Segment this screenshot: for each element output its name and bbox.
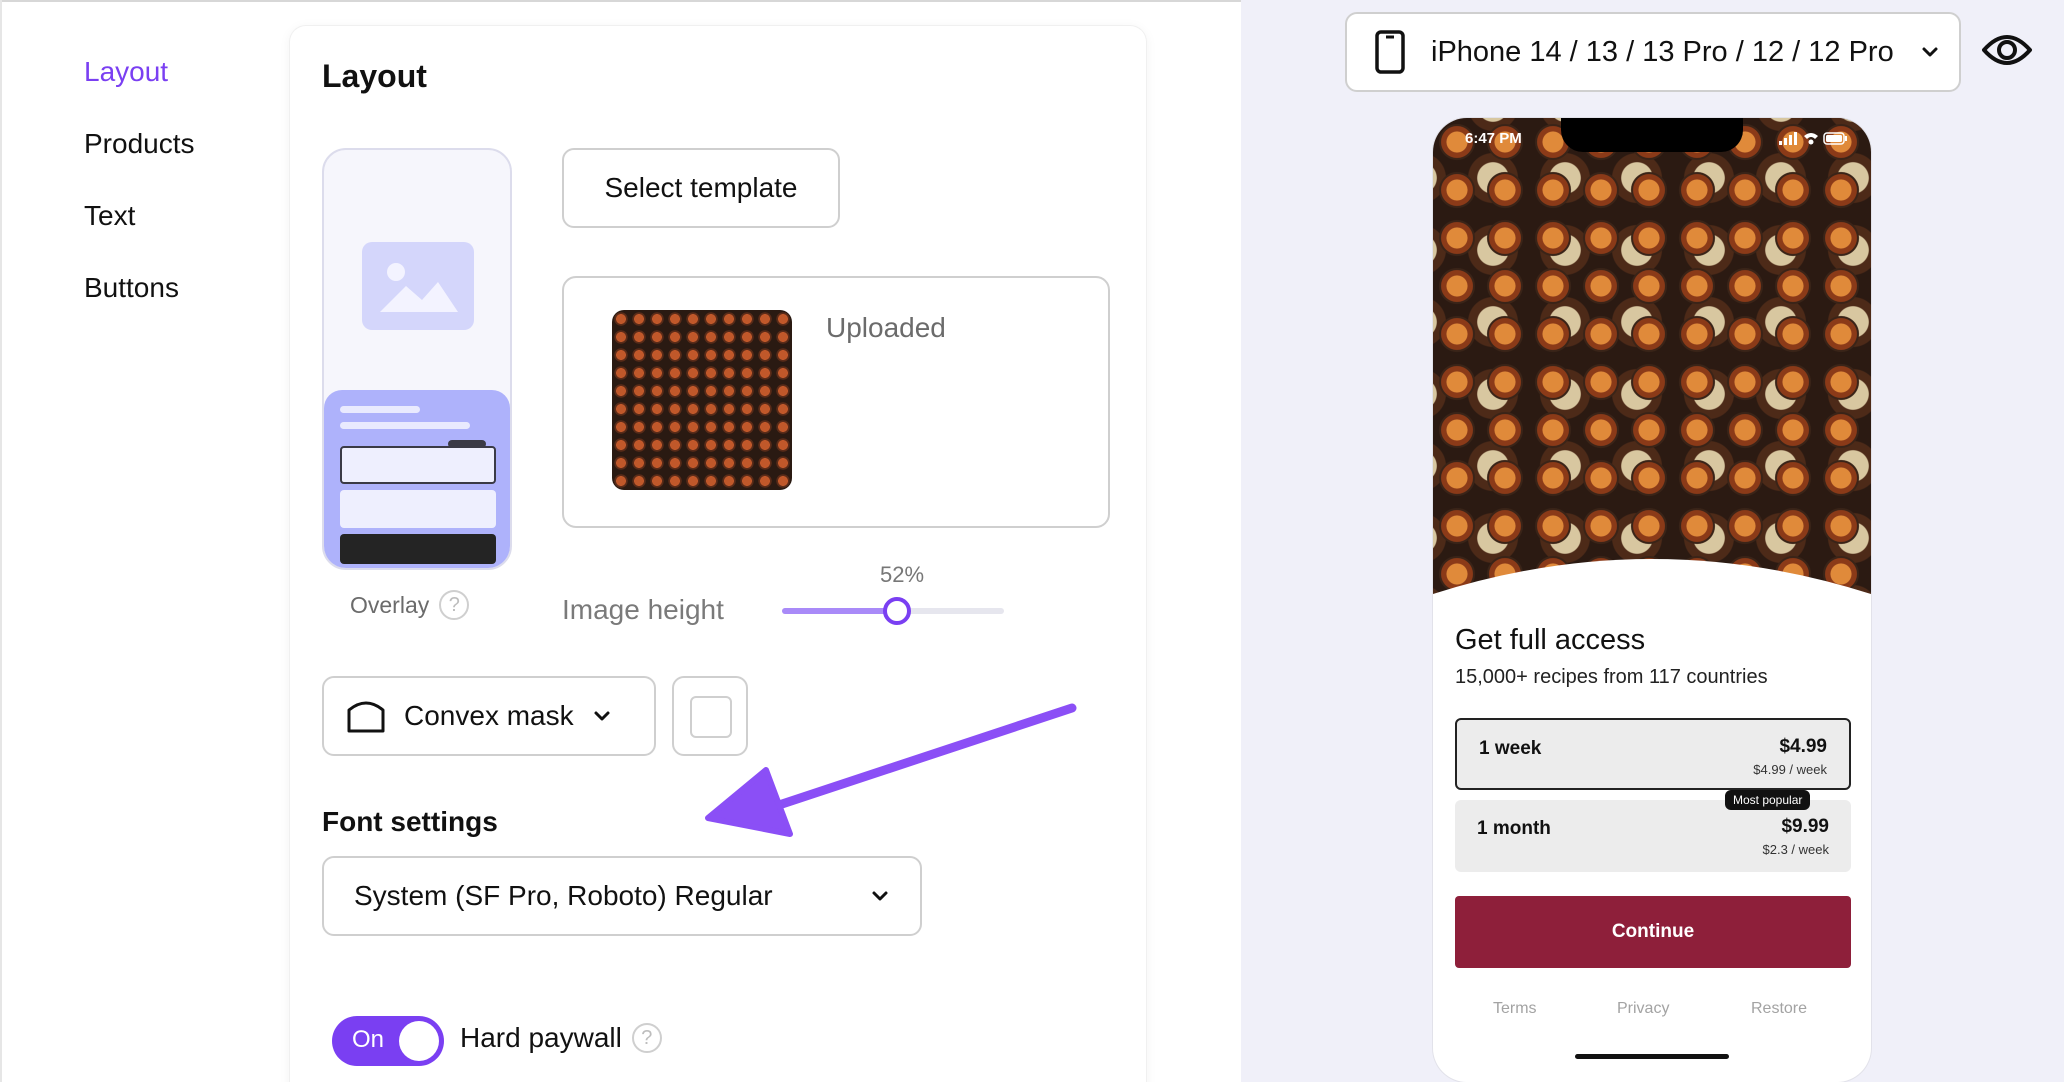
thumb-badge: [448, 440, 486, 448]
slider-fill: [782, 608, 898, 614]
plan-option-month[interactable]: 1 month $9.99 $2.3 / week: [1455, 800, 1851, 872]
thumb-footer-link: [456, 568, 494, 570]
hard-paywall-label: Hard paywall: [460, 1022, 622, 1053]
font-settings-label: Font settings: [322, 806, 498, 837]
overlay-layout-thumbnail[interactable]: [322, 148, 512, 570]
chevron-down-icon: [872, 891, 888, 901]
most-popular-badge: Most popular: [1725, 790, 1811, 810]
hard-paywall-caption: Hard paywall ?: [460, 1022, 662, 1054]
image-height-label: Image height: [562, 594, 724, 625]
thumb-text-line: [340, 406, 420, 413]
plan-per-week: $4.99 / week: [1753, 762, 1827, 777]
thumb-footer-link: [340, 568, 378, 570]
annotation-arrow-icon: [705, 703, 1077, 837]
settings-nav: Layout Products Text Buttons: [84, 52, 195, 340]
nav-item-text[interactable]: Text: [84, 196, 195, 268]
mask-select-value: Convex mask: [404, 700, 574, 731]
image-upload-box[interactable]: Uploaded: [562, 276, 1110, 528]
plan-per-week: $2.3 / week: [1762, 842, 1830, 857]
phone-preview: 6:47 PM Get full access 15,000+ recipes …: [1433, 118, 1871, 1082]
overlay-label: Overlay: [350, 591, 430, 618]
help-icon[interactable]: ?: [439, 590, 470, 620]
thumb-text-line: [340, 422, 470, 429]
toggle-knob: [399, 1021, 439, 1061]
upload-status-text: Uploaded: [826, 312, 946, 343]
toggle-state-label: On: [352, 1026, 385, 1053]
nav-item-buttons[interactable]: Buttons: [84, 268, 195, 340]
device-dropdown[interactable]: iPhone 14 / 13 / 13 Pro / 12 / 12 Pro: [1345, 12, 1961, 92]
plan-name: 1 week: [1479, 738, 1542, 759]
preview-panel: iPhone 14 / 13 / 13 Pro / 12 / 12 Pro 6:…: [1241, 0, 2064, 1082]
nav-item-products[interactable]: Products: [84, 124, 195, 196]
thumb-plan: [340, 490, 496, 528]
plan-option-week[interactable]: 1 week $4.99 $4.99 / week: [1455, 718, 1851, 790]
select-template-button[interactable]: Select template: [562, 148, 840, 228]
device-select-value: iPhone 14 / 13 / 13 Pro / 12 / 12 Pro: [1431, 35, 1894, 68]
slider-handle[interactable]: [883, 597, 912, 625]
phone-icon: [1375, 30, 1405, 74]
convex-mask-icon: [347, 701, 385, 733]
mask-shape-dropdown[interactable]: Convex mask: [322, 676, 656, 756]
help-icon[interactable]: ?: [631, 1023, 662, 1053]
layout-settings-card: Layout Overlay ? Select template Uploade…: [290, 26, 1146, 1082]
phone-notch: [1561, 118, 1743, 152]
nav-item-layout[interactable]: Layout: [84, 52, 195, 124]
uploaded-image-thumbnail: [612, 310, 792, 490]
thumb-button: [340, 534, 496, 564]
plan-price: $9.99: [1781, 816, 1829, 837]
plan-name: 1 month: [1477, 818, 1551, 839]
terms-link[interactable]: Terms: [1493, 1000, 1537, 1018]
font-dropdown[interactable]: System (SF Pro, Roboto) Regular: [322, 856, 922, 936]
thumb-footer-link: [398, 568, 436, 570]
thumb-selected-plan: [340, 446, 496, 484]
image-placeholder-icon: [362, 242, 474, 330]
paywall-subtitle: 15,000+ recipes from 117 countries: [1455, 666, 1768, 688]
eye-icon[interactable]: [1981, 30, 2033, 70]
card-title: Layout: [322, 58, 427, 94]
chevron-down-icon: [1922, 47, 1938, 57]
paywall-hero-image: [1433, 118, 1871, 618]
left-divider: [0, 0, 2, 1082]
overlay-preview-block: [324, 390, 510, 570]
image-height-value: 52%: [880, 562, 925, 587]
paywall-title: Get full access: [1455, 624, 1646, 656]
hard-paywall-toggle[interactable]: On: [332, 1016, 444, 1066]
overlay-caption: Overlay ?: [350, 590, 470, 620]
image-height-slider[interactable]: [782, 597, 1004, 625]
status-bar-time: 6:47 PM: [1465, 130, 1522, 147]
font-select-value: System (SF Pro, Roboto) Regular: [354, 880, 773, 911]
privacy-link[interactable]: Privacy: [1617, 1000, 1669, 1018]
home-indicator: [1575, 1054, 1729, 1059]
status-bar-icons: [1779, 132, 1847, 145]
continue-button[interactable]: Continue: [1455, 896, 1851, 968]
convex-mask-curve: [1433, 559, 1871, 620]
chevron-down-icon: [594, 711, 610, 721]
plan-price: $4.99: [1779, 736, 1827, 757]
restore-link[interactable]: Restore: [1751, 1000, 1807, 1018]
